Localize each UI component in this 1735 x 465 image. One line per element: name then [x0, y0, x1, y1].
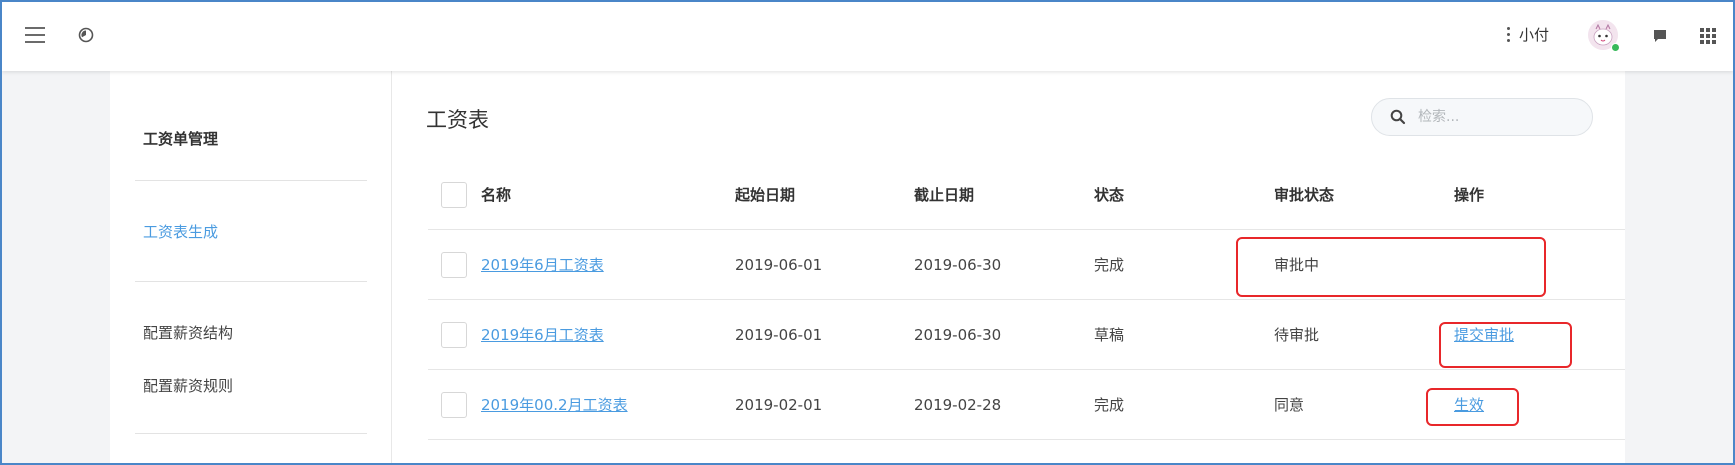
- column-header-start-date[interactable]: 起始日期: [735, 160, 795, 229]
- status: 草稿: [1094, 326, 1125, 344]
- column-header-status[interactable]: 状态: [1094, 160, 1124, 229]
- user-menu[interactable]: 小付: [1507, 24, 1549, 45]
- search-box[interactable]: [1371, 98, 1593, 136]
- row-checkbox[interactable]: [441, 322, 467, 348]
- payroll-name-link[interactable]: 2019年6月工资表: [481, 230, 604, 299]
- approval-status: 同意: [1274, 396, 1305, 414]
- divider: [135, 433, 367, 434]
- row-checkbox[interactable]: [441, 392, 467, 418]
- user-name: 小付: [1519, 26, 1550, 44]
- payroll-name-link[interactable]: 2019年6月工资表: [481, 300, 604, 369]
- column-header-actions: 操作: [1454, 186, 1485, 204]
- column-header-name[interactable]: 名称: [481, 160, 511, 229]
- sidebar: 工资单管理 工资表生成 配置薪资结构 配置薪资规则: [110, 71, 392, 463]
- column-header-approval-status[interactable]: 审批状态: [1274, 160, 1334, 229]
- status: 完成: [1094, 256, 1125, 274]
- end-date: 2019-02-28: [914, 395, 1002, 414]
- status: 完成: [1094, 396, 1125, 414]
- chat-icon[interactable]: [1652, 28, 1668, 44]
- end-date: 2019-06-30: [914, 325, 1002, 344]
- divider: [135, 281, 367, 282]
- select-all-checkbox[interactable]: [441, 182, 467, 208]
- annotation-box-submit-approval: [1439, 322, 1572, 368]
- annotation-box-activate: [1426, 388, 1519, 426]
- clock-icon[interactable]: [78, 27, 94, 43]
- table-header: 名称 起始日期 截止日期 状态 审批状态 操作: [428, 160, 1625, 230]
- online-status-dot: [1611, 43, 1620, 52]
- top-navbar: 小付: [2, 2, 1733, 71]
- row-checkbox[interactable]: [441, 252, 467, 278]
- page-title: 工资表: [426, 108, 489, 132]
- payroll-name-link[interactable]: 2019年00.2月工资表: [481, 370, 628, 439]
- annotation-box-approval-in-progress: [1236, 237, 1546, 297]
- sidebar-item-salary-rules[interactable]: 配置薪资规则: [143, 375, 233, 396]
- more-vertical-icon: [1507, 27, 1510, 42]
- column-header-end-date[interactable]: 截止日期: [914, 160, 974, 229]
- start-date: 2019-06-01: [735, 255, 823, 274]
- start-date: 2019-06-01: [735, 325, 823, 344]
- sidebar-item-payroll-generate[interactable]: 工资表生成: [143, 221, 218, 242]
- search-input[interactable]: [1416, 108, 1590, 126]
- app-window: 小付 工资单管理 工资表生成 配置薪资结构 配置薪资规则 工资表 检索... 名…: [0, 0, 1735, 465]
- approval-status: 待审批: [1274, 326, 1320, 344]
- search-icon: [1390, 109, 1406, 125]
- menu-icon[interactable]: [24, 27, 46, 43]
- divider: [135, 180, 367, 181]
- start-date: 2019-02-01: [735, 395, 823, 414]
- end-date: 2019-06-30: [914, 255, 1002, 274]
- sidebar-title: 工资单管理: [143, 130, 219, 148]
- sidebar-item-salary-structure[interactable]: 配置薪资结构: [143, 322, 233, 343]
- apps-grid-icon[interactable]: [1700, 28, 1716, 44]
